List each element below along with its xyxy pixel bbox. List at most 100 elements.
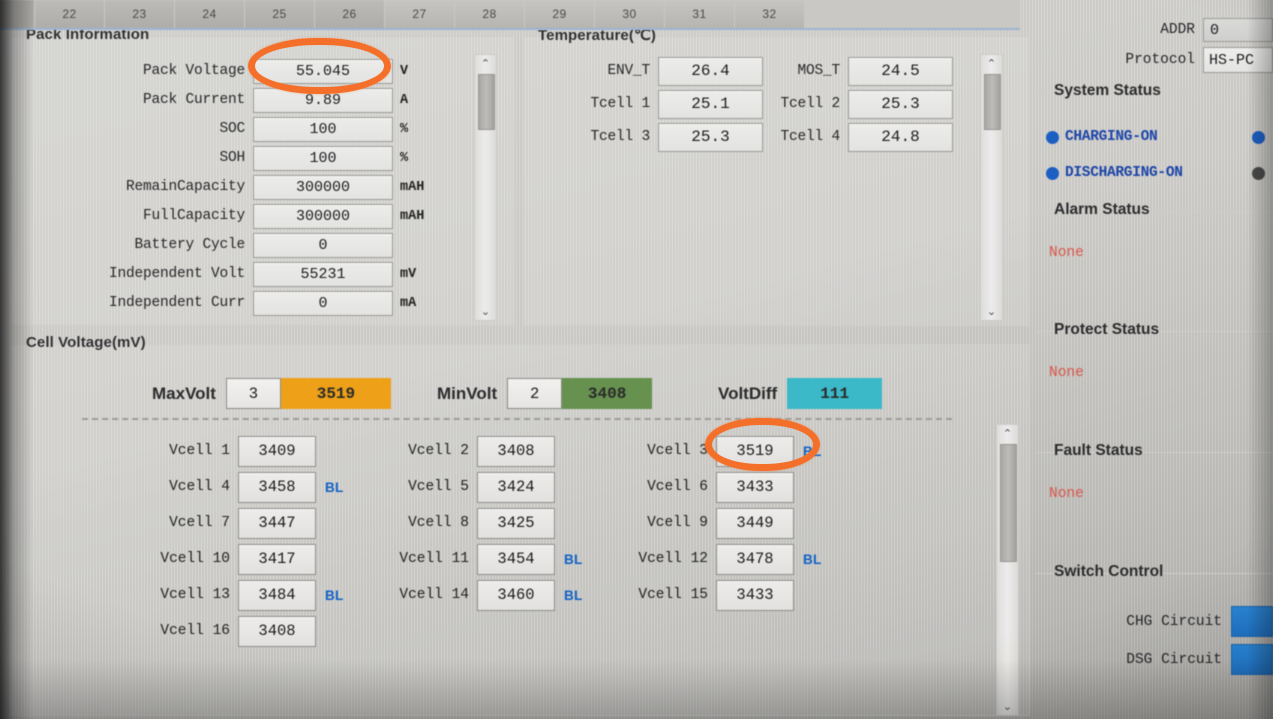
minvolt-value: 3408 — [562, 378, 653, 409]
independent-curr-unit: mA — [400, 295, 417, 311]
vcell-11-label: Vcell 11 — [399, 551, 469, 567]
independent-volt-value[interactable]: 55231 — [253, 261, 393, 287]
soc-label: SOC — [219, 121, 245, 137]
soh-value[interactable]: 100 — [253, 145, 393, 171]
scrollbar-thumb[interactable] — [478, 74, 495, 130]
scroll-down-icon[interactable]: ⌄ — [475, 303, 496, 320]
tab-31[interactable]: 31 — [665, 0, 735, 28]
vcell-6-value[interactable]: 3433 — [716, 471, 794, 503]
tab-29[interactable]: 29 — [525, 0, 595, 28]
chg-circuit-button[interactable] — [1231, 606, 1273, 637]
full-capacity-value[interactable]: 300000 — [253, 203, 393, 229]
tab-22[interactable]: 22 — [35, 0, 105, 28]
tab-30[interactable]: 30 — [595, 0, 665, 28]
maxvolt-label: MaxVolt — [152, 383, 216, 403]
scrollbar-thumb[interactable] — [1000, 444, 1017, 562]
env-t-value[interactable]: 26.4 — [658, 56, 763, 86]
voltdiff-value: 111 — [787, 378, 883, 409]
vcell-15-value[interactable]: 3433 — [716, 579, 794, 611]
vcell-3-value[interactable]: 3519 — [716, 435, 794, 467]
mos-t-value[interactable]: 24.5 — [848, 56, 953, 86]
battery-cycle-value[interactable]: 0 — [253, 232, 393, 258]
vcell-3-row: Vcell 3 3519 BL — [628, 433, 822, 469]
cell-voltage-divider — [82, 418, 952, 420]
cell-column-3: Vcell 3 3519 BL Vcell 6 3433 BL Vcell 9 … — [628, 433, 822, 613]
alarm-status-block: Alarm Status None — [1036, 201, 1273, 321]
vcell-7-label: Vcell 7 — [169, 515, 230, 531]
tab-23[interactable]: 23 — [105, 0, 175, 28]
independent-volt-label: Independent Volt — [108, 266, 245, 282]
pack-tab-strip[interactable]: 22 23 24 25 26 27 28 29 30 31 32 — [0, 0, 1020, 30]
tab-27[interactable]: 27 — [385, 0, 455, 28]
vcell-11-balance-flag: BL — [564, 551, 583, 567]
tcell2-value[interactable]: 25.3 — [848, 89, 953, 119]
addr-value[interactable]: 0 — [1203, 18, 1273, 42]
remain-capacity-value[interactable]: 300000 — [253, 174, 393, 200]
independent-volt-row: Independent Volt 55231 mV — [40, 261, 480, 287]
pack-current-row: Pack Current 9.89 A — [40, 87, 460, 113]
charging-status: CHARGING-ON — [1046, 129, 1158, 145]
tab-32[interactable]: 32 — [735, 0, 805, 28]
temperature-scrollbar[interactable]: ⌃ ⌄ — [980, 54, 1003, 321]
vcell-4-value[interactable]: 3458 — [238, 471, 316, 503]
tab-26[interactable]: 26 — [315, 0, 385, 28]
scroll-up-icon[interactable]: ⌃ — [997, 425, 1018, 442]
charging-right-indicator-icon — [1252, 130, 1265, 144]
soh-label: SOH — [219, 150, 245, 166]
cell-voltage-scrollbar[interactable]: ⌃ ⌄ — [996, 424, 1019, 716]
scroll-up-icon[interactable]: ⌃ — [475, 55, 496, 72]
system-status-row-charging: CHARGING-ON — [1046, 129, 1271, 145]
scrollbar-thumb[interactable] — [984, 74, 1001, 130]
vcell-11-value[interactable]: 3454 — [477, 543, 555, 575]
tab-28[interactable]: 28 — [455, 0, 525, 28]
vcell-14-value[interactable]: 3460 — [477, 579, 555, 611]
vcell-9-value[interactable]: 3449 — [716, 507, 794, 539]
independent-curr-value[interactable]: 0 — [253, 290, 393, 316]
protocol-value[interactable]: HS-PC — [1203, 47, 1273, 73]
vcell-8-value[interactable]: 3425 — [477, 507, 555, 539]
vcell-12-value[interactable]: 3478 — [716, 543, 794, 575]
tabstrip-trailing-spacer — [805, 0, 1020, 28]
vcell-15-label: Vcell 15 — [638, 587, 708, 603]
vcell-10-value[interactable]: 3417 — [238, 543, 316, 575]
scroll-down-icon[interactable]: ⌄ — [997, 698, 1018, 715]
vcell-1-value[interactable]: 3409 — [238, 435, 316, 467]
vcell-8-label: Vcell 8 — [408, 515, 469, 531]
vcell-10-label: Vcell 10 — [160, 551, 230, 567]
vcell-16-value[interactable]: 3408 — [238, 615, 316, 647]
status-sidebar: ADDR 0 Protocol HS-PC System Status CHAR… — [1036, 0, 1273, 719]
scroll-up-icon[interactable]: ⌃ — [981, 55, 1002, 72]
tabstrip-leading-spacer — [0, 0, 35, 28]
tcell3-value[interactable]: 25.3 — [658, 122, 763, 152]
tab-label: 29 — [552, 7, 567, 21]
soc-value[interactable]: 100 — [253, 116, 393, 142]
switch-control-title: Switch Control — [1054, 563, 1164, 580]
protocol-row: Protocol HS-PC — [1036, 47, 1273, 73]
vcell-14-row: Vcell 14 3460 BL — [389, 577, 583, 613]
vcell-3-balance-flag: BL — [803, 443, 822, 459]
maxvolt-group: MaxVolt 3 3519 — [152, 378, 391, 409]
vcell-16-row: Vcell 16 3408 BL — [150, 613, 344, 649]
tcell1-value[interactable]: 25.1 — [658, 89, 763, 119]
tcell3-row: Tcell 3 25.3 — [565, 122, 763, 152]
pack-voltage-value[interactable]: 55.045 — [253, 58, 393, 84]
env-t-row: ENV_T 26.4 — [565, 56, 763, 86]
vcell-2-value[interactable]: 3408 — [477, 435, 555, 467]
tab-label: 30 — [622, 7, 637, 21]
vcell-7-value[interactable]: 3447 — [238, 507, 316, 539]
tab-label: 26 — [342, 7, 357, 21]
pack-current-value[interactable]: 9.89 — [253, 87, 393, 113]
voltdiff-group: VoltDiff 111 — [718, 378, 883, 409]
tab-25[interactable]: 25 — [245, 0, 315, 28]
full-capacity-unit: mAH — [400, 208, 425, 224]
pack-information-scrollbar[interactable]: ⌃ ⌄ — [474, 54, 497, 321]
tab-24[interactable]: 24 — [175, 0, 245, 28]
vcell-13-value[interactable]: 3484 — [238, 579, 316, 611]
dsg-circuit-button[interactable] — [1231, 644, 1273, 675]
vcell-13-row: Vcell 13 3484 BL — [150, 577, 344, 613]
scroll-down-icon[interactable]: ⌄ — [981, 303, 1002, 320]
discharging-right-indicator-icon — [1252, 166, 1265, 180]
vcell-5-value[interactable]: 3424 — [477, 471, 555, 503]
tcell4-value[interactable]: 24.8 — [848, 122, 953, 152]
full-capacity-label: FullCapacity — [142, 208, 245, 224]
